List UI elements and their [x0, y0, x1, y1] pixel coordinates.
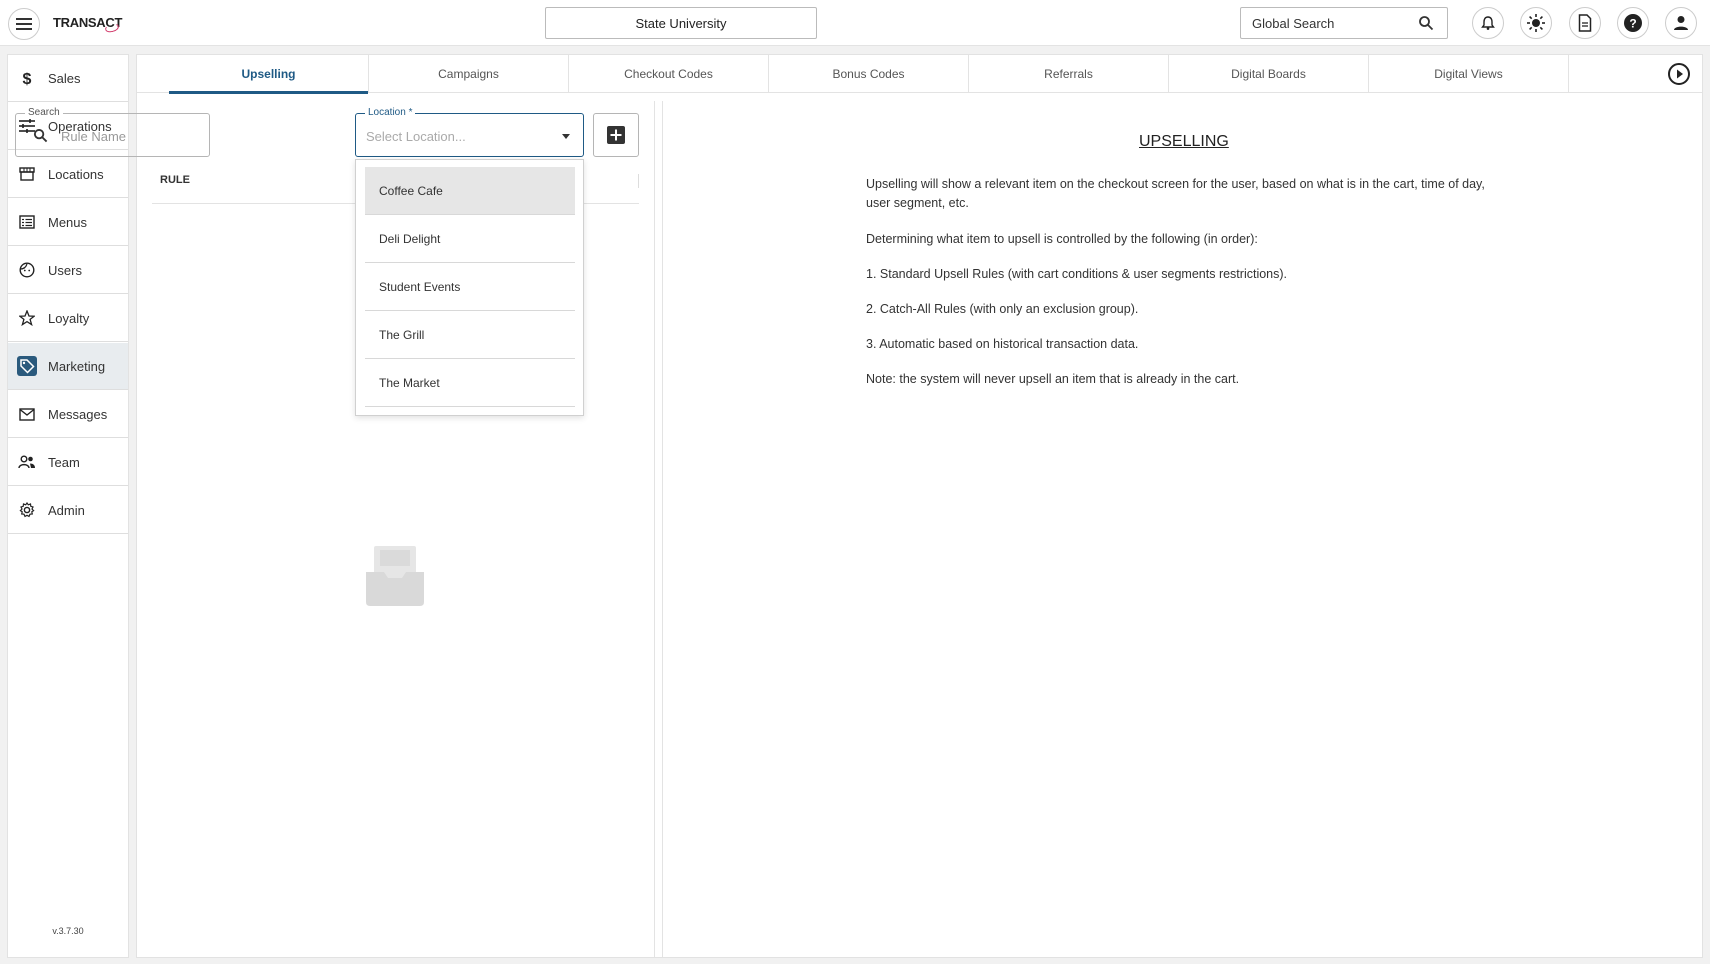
search-icon: [33, 128, 48, 148]
location-option[interactable]: Student Events: [365, 263, 575, 311]
notifications-button[interactable]: [1472, 7, 1504, 39]
location-select[interactable]: Location * Select Location...: [355, 107, 584, 157]
column-divider: [638, 174, 639, 188]
location-option[interactable]: Deli Delight: [365, 215, 575, 263]
search-placeholder: Rule Name: [61, 129, 127, 144]
storefront-icon: [17, 164, 37, 184]
mail-icon: [17, 404, 37, 424]
sidebar-item-label: Sales: [48, 70, 81, 86]
location-option[interactable]: The Grill: [365, 311, 575, 359]
help-button[interactable]: ?: [1617, 7, 1649, 39]
info-paragraph: 2. Catch-All Rules (with only an exclusi…: [866, 302, 1139, 316]
sidebar-item-messages[interactable]: Messages: [8, 391, 128, 438]
bell-icon: [1481, 16, 1495, 30]
search-field-label: Search: [25, 107, 63, 118]
help-icon: ?: [1624, 14, 1642, 32]
info-paragraph: 3. Automatic based on historical transac…: [866, 337, 1139, 351]
face-icon: [17, 260, 37, 280]
location-dropdown-menu: Coffee Cafe Deli Delight Student Events …: [355, 159, 584, 416]
tab-bar: Upselling Campaigns Checkout Codes Bonus…: [137, 55, 1702, 94]
sidebar-item-label: Loyalty: [48, 310, 90, 326]
tab-digital-boards[interactable]: Digital Boards: [1169, 55, 1369, 93]
location-option[interactable]: The Market: [365, 359, 575, 407]
info-paragraph: 1. Standard Upsell Rules (with cart cond…: [866, 267, 1288, 281]
organization-selector[interactable]: State University: [545, 7, 817, 39]
sidebar-item-menus[interactable]: Menus: [8, 199, 128, 246]
gear-icon: [17, 500, 37, 520]
sidebar-item-loyalty[interactable]: Loyalty: [8, 295, 128, 342]
tab-digital-views[interactable]: Digital Views: [1369, 55, 1569, 93]
search-icon[interactable]: [1418, 15, 1434, 36]
theme-toggle-button[interactable]: [1520, 7, 1552, 39]
add-rule-button[interactable]: [593, 113, 639, 157]
sidebar-item-admin[interactable]: Admin: [8, 487, 128, 534]
tab-bonus-codes[interactable]: Bonus Codes: [769, 55, 969, 93]
document-icon: [1578, 14, 1592, 32]
tab-referrals[interactable]: Referrals: [969, 55, 1169, 93]
app-version: v.3.7.30: [52, 926, 84, 936]
tag-icon: [17, 356, 37, 376]
person-icon: [1674, 16, 1688, 30]
list-icon: [17, 212, 37, 232]
sidebar-item-team[interactable]: Team: [8, 439, 128, 486]
sidebar-item-label: Team: [48, 454, 80, 470]
sidebar-item-label: Users: [48, 262, 82, 278]
caret-up-icon: [562, 134, 570, 139]
svg-text:$: $: [23, 71, 32, 86]
global-search-input[interactable]: Global Search: [1240, 7, 1448, 39]
sidebar: $ Sales Operations Locations Menus Users…: [7, 54, 129, 958]
sidebar-item-marketing[interactable]: Marketing: [8, 343, 128, 390]
top-bar: TRANSACT State University Global Search …: [0, 0, 1710, 46]
dollar-icon: $: [17, 68, 37, 88]
documents-button[interactable]: [1569, 7, 1601, 39]
svg-text:?: ?: [1629, 17, 1636, 31]
sidebar-item-label: Marketing: [48, 358, 106, 374]
account-button[interactable]: [1665, 7, 1697, 39]
plus-box-icon: [607, 126, 625, 144]
tab-checkout-codes[interactable]: Checkout Codes: [569, 55, 769, 93]
sidebar-item-label: Menus: [48, 214, 88, 230]
tab-campaigns[interactable]: Campaigns: [369, 55, 569, 93]
location-placeholder: Select Location...: [366, 129, 466, 144]
hamburger-icon: [16, 18, 32, 30]
column-header-rule[interactable]: RULE: [160, 174, 190, 186]
sun-icon: [1527, 14, 1545, 32]
sidebar-item-label: Locations: [48, 166, 104, 182]
sidebar-item-sales[interactable]: $ Sales: [8, 55, 128, 102]
play-circle-icon: [1668, 63, 1690, 85]
sidebar-item-users[interactable]: Users: [8, 247, 128, 294]
star-icon: [17, 308, 37, 328]
sidebar-item-label: Messages: [48, 406, 108, 422]
tabs-scroll-button[interactable]: [1667, 62, 1691, 86]
info-paragraph: Upselling will show a relevant item on t…: [866, 177, 1485, 210]
info-title: UPSELLING: [1139, 133, 1229, 150]
people-icon: [17, 452, 37, 472]
sidebar-item-label: Admin: [48, 502, 85, 518]
empty-inbox-icon: [366, 546, 424, 611]
location-option[interactable]: Coffee Cafe: [365, 167, 575, 215]
info-paragraph: Note: the system will never upsell an it…: [866, 372, 1240, 386]
hamburger-menu-button[interactable]: [8, 8, 40, 40]
tab-upselling[interactable]: Upselling: [169, 55, 369, 94]
global-search-placeholder: Global Search: [1252, 16, 1335, 31]
info-paragraph: Determining what item to upsell is contr…: [866, 232, 1258, 246]
sidebar-item-locations[interactable]: Locations: [8, 151, 128, 198]
rule-search-input[interactable]: Search Rule Name: [15, 107, 210, 157]
location-field-label: Location *: [365, 107, 416, 118]
